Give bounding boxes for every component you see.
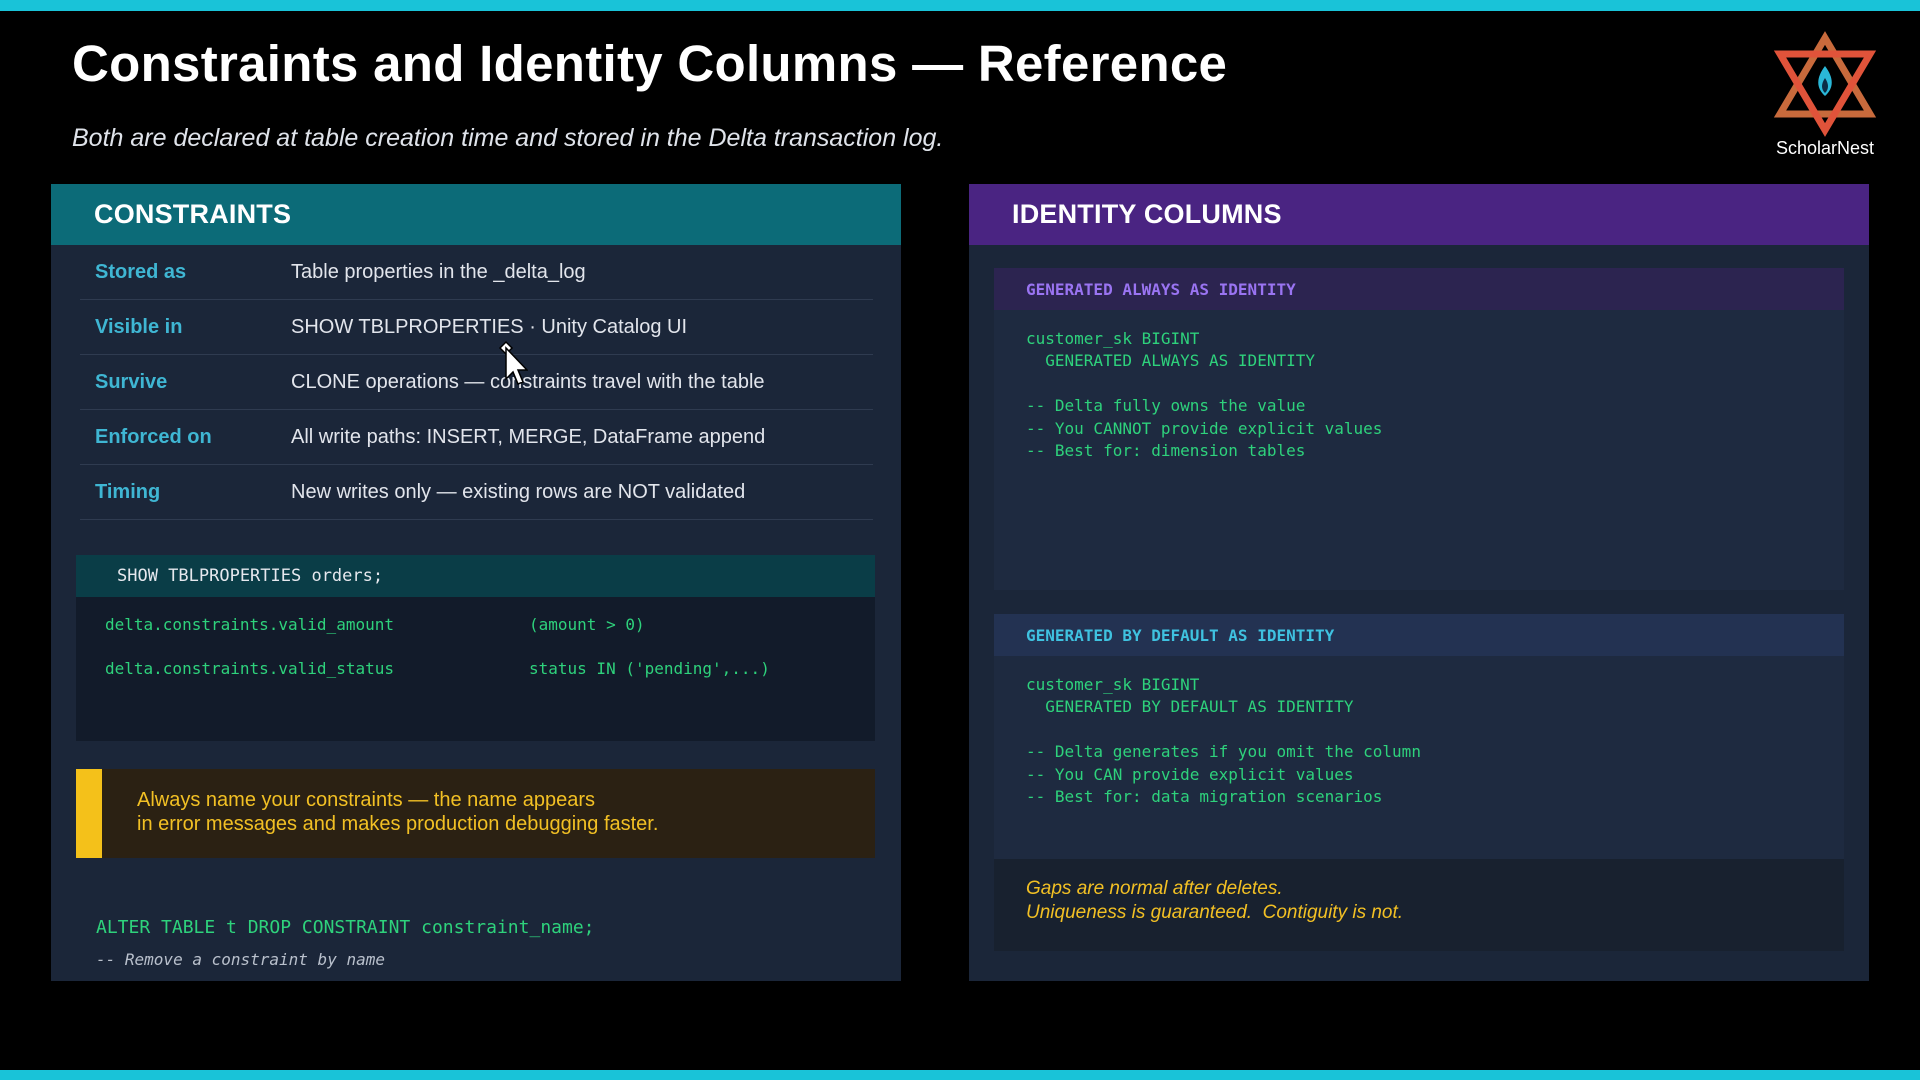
property-label: Survive	[95, 370, 168, 393]
tip-line: in error messages and makes production d…	[137, 813, 659, 835]
tip-line: Always name your constraints — the name …	[137, 789, 595, 811]
bottom-accent-bar	[0, 1070, 1920, 1080]
identity-columns-heading: IDENTITY COLUMNS	[969, 184, 1869, 245]
scholarnest-logo: ScholarNest	[1760, 30, 1890, 170]
star-of-david-flame-logo-icon	[1773, 31, 1877, 137]
generated-always-card: GENERATED ALWAYS AS IDENTITY customer_sk…	[994, 268, 1844, 590]
property-row-survive: Survive CLONE operations — constraints t…	[80, 355, 873, 410]
drop-constraint-sql: ALTER TABLE t DROP CONSTRAINT constraint…	[96, 917, 595, 938]
property-value: SHOW TBLPROPERTIES · Unity Catalog UI	[291, 315, 688, 338]
slide-subtitle: Both are declared at table creation time…	[72, 124, 944, 152]
constraints-properties-table: Stored as Table properties in the _delta…	[80, 245, 873, 520]
generated-by-default-code: customer_sk BIGINT GENERATED BY DEFAULT …	[1026, 675, 1421, 807]
callout-accent-stripe	[76, 769, 102, 858]
property-value: All write paths: INSERT, MERGE, DataFram…	[291, 425, 766, 448]
property-row-stored-as: Stored as Table properties in the _delta…	[80, 245, 873, 300]
identity-columns-panel: IDENTITY COLUMNS GENERATED ALWAYS AS IDE…	[969, 184, 1869, 981]
property-row-timing: Timing New writes only — existing rows a…	[80, 465, 873, 520]
property-label: Enforced on	[95, 425, 212, 448]
property-row-enforced-on: Enforced on All write paths: INSERT, MER…	[80, 410, 873, 465]
top-accent-bar	[0, 0, 1920, 11]
drop-constraint-comment: -- Remove a constraint by name	[96, 950, 385, 969]
constraint-expression: (amount > 0)	[529, 615, 645, 634]
logo-wordmark: ScholarNest	[1775, 138, 1875, 158]
property-value: New writes only — existing rows are NOT …	[291, 480, 746, 503]
tip-callout: Always name your constraints — the name …	[76, 769, 875, 858]
constraint-key: delta.constraints.valid_amount	[105, 615, 394, 634]
constraints-panel: CONSTRAINTS Stored as Table properties i…	[51, 184, 901, 981]
slide-title: Constraints and Identity Columns — Refer…	[72, 35, 1228, 92]
code-line: delta.constraints.valid_amount (amount >…	[105, 615, 645, 634]
identity-footnote-box: Gaps are normal after deletes. Uniquenes…	[994, 859, 1844, 951]
mouse-pointer-icon	[498, 340, 528, 385]
constraints-heading: CONSTRAINTS	[51, 184, 901, 245]
property-label: Timing	[95, 480, 161, 503]
property-row-visible-in: Visible in SHOW TBLPROPERTIES · Unity Ca…	[80, 300, 873, 355]
code-block-header: SHOW TBLPROPERTIES orders;	[76, 555, 875, 597]
identity-footnote: Gaps are normal after deletes. Uniquenes…	[1026, 878, 1404, 923]
tip-text: Always name your constraints — the name …	[137, 788, 658, 836]
tblproperties-code-block: SHOW TBLPROPERTIES orders; delta.constra…	[76, 555, 875, 741]
generated-always-header: GENERATED ALWAYS AS IDENTITY	[994, 268, 1844, 310]
property-value: Table properties in the _delta_log	[291, 260, 586, 283]
property-label: Stored as	[95, 260, 187, 283]
generated-by-default-card: GENERATED BY DEFAULT AS IDENTITY custome…	[994, 614, 1844, 951]
generated-always-code: customer_sk BIGINT GENERATED ALWAYS AS I…	[1026, 329, 1383, 461]
generated-by-default-header: GENERATED BY DEFAULT AS IDENTITY	[994, 614, 1844, 656]
code-line: delta.constraints.valid_status status IN…	[105, 659, 770, 678]
property-label: Visible in	[95, 315, 183, 338]
constraint-expression: status IN ('pending',...)	[529, 659, 770, 678]
constraint-key: delta.constraints.valid_status	[105, 659, 394, 678]
